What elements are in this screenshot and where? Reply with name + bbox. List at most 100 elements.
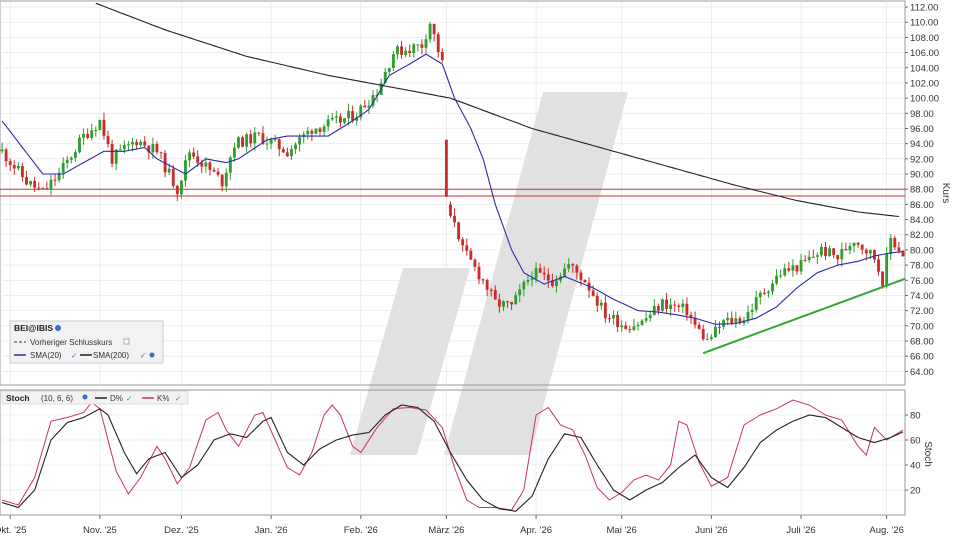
stoch-legend-params: (10, 6, 6)	[41, 394, 73, 403]
candle-body	[277, 139, 281, 150]
candle-body	[102, 119, 106, 136]
candle-body	[465, 245, 469, 251]
candle-body	[196, 156, 200, 163]
candle-body	[306, 130, 310, 135]
legend-title: BEI@IBIS	[14, 323, 53, 333]
candle-body	[237, 137, 240, 148]
candle-body	[428, 23, 432, 40]
candle-body	[387, 67, 391, 72]
candle-body	[795, 265, 799, 272]
candle-body	[171, 168, 175, 186]
candle-body	[864, 249, 868, 254]
candle-body	[881, 271, 885, 287]
candle-body	[298, 137, 302, 145]
legend-settings-icon[interactable]	[55, 325, 61, 331]
candle-body	[546, 274, 550, 281]
candle-body	[94, 129, 98, 131]
candle-body	[200, 162, 204, 167]
legend-sma200-check-icon[interactable]: ✓	[140, 351, 146, 360]
candle-body	[412, 44, 416, 54]
candle-body	[477, 266, 481, 280]
candle-body	[432, 23, 436, 35]
candle-body	[20, 166, 24, 178]
candle-body	[538, 268, 542, 273]
candle-body	[208, 162, 212, 170]
candle-body	[8, 161, 12, 166]
stoch-d-line	[1, 404, 904, 512]
candle-body	[175, 185, 179, 195]
stoch-d-check-icon[interactable]: ✓	[126, 394, 132, 403]
price-tick-label: 90.00	[910, 170, 934, 181]
price-tick-label: 110.00	[910, 18, 938, 29]
candle-body	[836, 255, 840, 260]
time-tick-label: Apr. '26	[520, 525, 552, 536]
candle-body	[665, 299, 668, 309]
candle-body	[41, 187, 45, 189]
sma200-line	[95, 2, 899, 218]
stoch-d-label: D%	[110, 394, 123, 403]
candle-body	[603, 302, 607, 319]
candle-body	[281, 149, 285, 153]
stoch-axis-label: Stoch	[922, 441, 933, 467]
candle-body	[151, 143, 155, 153]
stoch-k-check-icon[interactable]: ✓	[175, 394, 181, 403]
candle-body	[131, 141, 134, 145]
legend-sma20-check-icon[interactable]: ✓	[71, 351, 77, 360]
stoch-tick-label: 20	[910, 486, 921, 497]
candle-body	[257, 132, 261, 134]
candle-body	[775, 275, 779, 284]
candle-body	[436, 34, 440, 52]
legend-prev-close-label: Vorheriger Schlusskurs	[30, 338, 112, 347]
time-tick-label: Jan. '26	[255, 525, 288, 536]
candle-body	[106, 135, 110, 145]
candle-body	[338, 116, 342, 123]
candle-body	[49, 179, 53, 189]
price-tick-label: 78.00	[910, 261, 934, 272]
candle-body	[159, 152, 163, 154]
candle-body	[677, 305, 681, 307]
candle-body	[510, 302, 514, 305]
candle-body	[787, 268, 791, 271]
candle-body	[12, 165, 16, 169]
candle-body	[212, 169, 216, 172]
stoch-tick-label: 60	[910, 436, 921, 447]
candle-body	[746, 311, 750, 321]
candle-body	[232, 147, 236, 158]
price-tick-label: 108.00	[910, 33, 939, 44]
candle-body	[334, 116, 338, 118]
legend-box[interactable]: BEI@IBIS Vorheriger Schlusskurs SMA(20) …	[9, 320, 164, 364]
candle-body	[542, 272, 546, 275]
price-axis-label: Kurs	[940, 183, 951, 204]
candle-body	[86, 133, 90, 138]
candle-body	[811, 256, 815, 258]
candle-body	[840, 249, 844, 260]
candle-body	[526, 279, 530, 282]
candle-body	[73, 152, 77, 158]
price-tick-label: 100.00	[910, 94, 939, 105]
candle-body	[167, 168, 171, 173]
candle-body	[828, 248, 832, 257]
time-tick-label: Mai '26	[607, 525, 637, 536]
price-tick-label: 72.00	[910, 306, 934, 317]
time-tick-label: Juli '26	[786, 525, 815, 536]
time-tick-label: Aug. '26	[869, 525, 904, 536]
candle-body	[424, 39, 428, 48]
candle-body	[889, 237, 893, 254]
candle-body	[188, 152, 191, 161]
candle-body	[799, 259, 803, 272]
candle-body	[290, 149, 293, 157]
candle-body	[155, 143, 159, 153]
legend-prev-close-checkbox[interactable]	[123, 338, 130, 345]
candle-body	[220, 174, 224, 187]
stoch-legend[interactable]: Stoch (10, 6, 6) D% ✓ K% ✓	[1, 390, 189, 405]
candle-body	[204, 162, 208, 167]
legend-sma200-settings-icon[interactable]	[149, 352, 155, 358]
candle-body	[868, 250, 872, 254]
stoch-tick-label: 40	[910, 461, 921, 472]
candle-body	[400, 46, 403, 55]
stoch-settings-icon[interactable]	[82, 394, 88, 400]
time-tick-label: Dez. '25	[164, 525, 199, 536]
resistance-lines	[0, 188, 905, 197]
candle-body	[139, 141, 143, 145]
candle-body	[579, 272, 583, 280]
